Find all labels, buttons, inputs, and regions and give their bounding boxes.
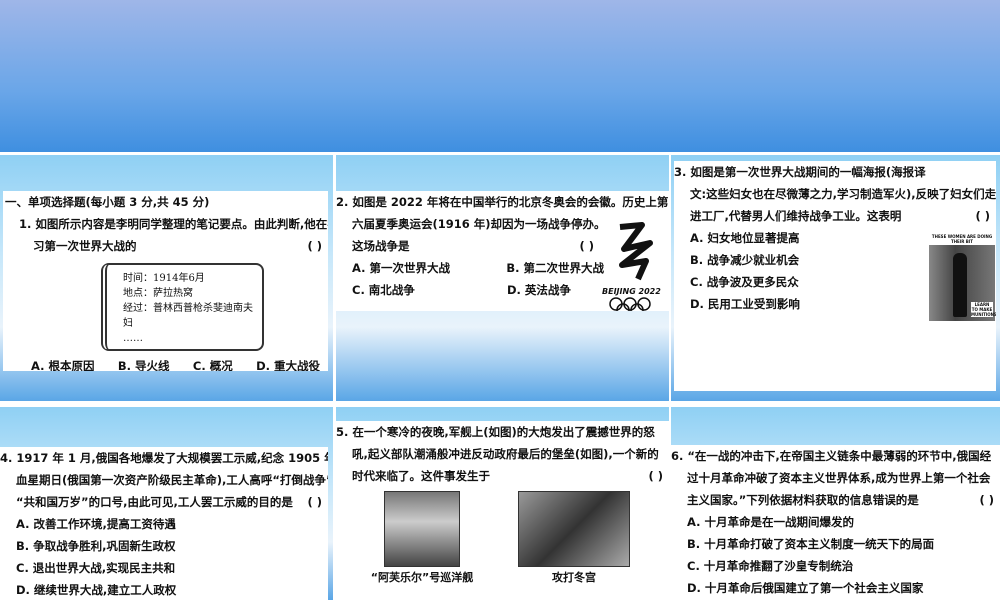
- photo-caption: “阿芙乐尔”号巡洋舰: [370, 571, 474, 584]
- option-d: D. 继续世界大战,建立工人政权: [16, 583, 177, 597]
- poster-caption-top: THESE WOMEN ARE DOING THEIR BIT: [929, 233, 995, 245]
- option-d: D. 十月革命后俄国建立了第一个社会主义国家: [687, 581, 924, 595]
- slide-q1[interactable]: 一、单项选择题(每小题 3 分,共 45 分) 1. 如图所示内容是李明同学整理…: [0, 155, 333, 401]
- note-line: ……: [123, 333, 143, 344]
- slide-q3[interactable]: 3. 如图是第一次世界大战期间的一幅海报(海报译 文:这些妇女也在尽微薄之力,学…: [671, 155, 1000, 401]
- slide-q4[interactable]: 4. 1917 年 1 月,俄国各地爆发了大规模罢工示威,纪念 1905 年的流…: [0, 407, 333, 600]
- q2-text: 2. 如图是 2022 年将在中国举行的北京冬奥会的会徽。历史上第: [336, 195, 669, 209]
- q4-card: 4. 1917 年 1 月,俄国各地爆发了大规模罢工示威,纪念 1905 年的流…: [0, 447, 328, 600]
- option-a: A. 改善工作环境,提高工资待遇: [16, 517, 176, 531]
- storming-winter-palace-photo: [518, 491, 630, 567]
- answer-blank: ( ): [307, 239, 322, 253]
- option-d: D. 重大战役: [256, 359, 320, 371]
- q5-text-2: 吼,起义部队潮涌般冲进反动政府最后的堡垒(如图),一个新的: [352, 447, 659, 461]
- q3-text-2: 文:这些妇女也在尽微薄之力,学习制造军火),反映了妇女们走: [690, 187, 996, 201]
- option-d: D. 英法战争: [507, 283, 571, 297]
- photo-caption: 攻打冬宫: [552, 571, 596, 584]
- beijing-2022-emblem: BEIJING 2022: [602, 221, 662, 311]
- slide-q5[interactable]: 5. 在一个寒冷的夜晚,军舰上(如图)的大炮发出了震撼世界的怒 吼,起义部队潮涌…: [336, 407, 669, 600]
- answer-blank: ( ): [579, 239, 594, 253]
- q5-text-3: 时代来临了。这件事发生于: [352, 469, 490, 483]
- ww1-poster: THESE WOMEN ARE DOING THEIR BIT LEARN TO…: [929, 233, 996, 321]
- note-line: 经过：普林西普枪杀斐迪南夫妇: [123, 303, 253, 329]
- slide-q2[interactable]: 2. 如图是 2022 年将在中国举行的北京冬奥会的会徽。历史上第 六届夏季奥运…: [336, 155, 669, 401]
- q3-text: 3. 如图是第一次世界大战期间的一幅海报(海报译: [674, 165, 926, 179]
- q3-text-3: 进工厂,代替男人们维持战争工业。这表明: [690, 209, 902, 223]
- option-b: B. 争取战争胜利,巩固新生政权: [16, 539, 176, 553]
- option-a: A. 十月革命是在一战期间爆发的: [687, 515, 854, 529]
- option-c: C. 十月革命推翻了沙皇专制统治: [687, 559, 854, 573]
- answer-blank: ( ): [979, 493, 994, 507]
- q4-text: 4. 1917 年 1 月,俄国各地爆发了大规模罢工示威,纪念 1905 年的流: [0, 451, 328, 465]
- emblem-icon: [619, 222, 653, 281]
- option-b: B. 导火线: [117, 359, 170, 371]
- title-banner: [0, 0, 1000, 152]
- note-line: 地点：萨拉热窝: [123, 288, 193, 299]
- note-card: 时间：1914年6月 地点：萨拉热窝 经过：普林西普枪杀斐迪南夫妇 ……: [101, 263, 264, 351]
- option-c: C. 概况: [192, 359, 233, 371]
- option-b: B. 十月革命打破了资本主义制度一统天下的局面: [687, 537, 935, 551]
- aurora-cruiser-photo: [384, 491, 460, 567]
- section-title: 一、单项选择题(每小题 3 分,共 45 分): [5, 195, 210, 209]
- q6-text-3: 主义国家。”下列依据材料获取的信息错误的是: [687, 493, 919, 507]
- q6-card: 6. “在一战的冲击下,在帝国主义链条中最薄弱的环节中,俄国经 过十月革命冲破了…: [671, 445, 1000, 600]
- poster-caption-bottom: LEARN TO MAKE MUNITIONS: [971, 302, 996, 317]
- note-line: 时间：1914年6月: [123, 273, 205, 284]
- option-c: C. 退出世界大战,实现民主共和: [16, 561, 176, 575]
- q5-text: 5. 在一个寒冷的夜晚,军舰上(如图)的大炮发出了震撼世界的怒: [336, 425, 655, 439]
- q2-card: 2. 如图是 2022 年将在中国举行的北京冬奥会的会徽。历史上第 六届夏季奥运…: [336, 191, 669, 311]
- q5-card: 5. 在一个寒冷的夜晚,军舰上(如图)的大炮发出了震撼世界的怒 吼,起义部队潮涌…: [336, 421, 669, 600]
- option-c: C. 南北战争: [352, 283, 415, 297]
- answer-blank: ( ): [975, 209, 990, 223]
- answer-blank: ( ): [307, 495, 322, 509]
- answer-blank: ( ): [648, 469, 663, 483]
- option-a: A. 根本原因: [31, 359, 95, 371]
- q3-card: 3. 如图是第一次世界大战期间的一幅海报(海报译 文:这些妇女也在尽微薄之力,学…: [674, 161, 996, 391]
- emblem-text: BEIJING 2022: [602, 287, 661, 296]
- option-b: B. 第二次世界大战: [506, 261, 604, 275]
- q4-text-3: “共和国万岁”的口号,由此可见,工人罢工示威的目的是: [16, 495, 293, 509]
- q6-text: 6. “在一战的冲击下,在帝国主义链条中最薄弱的环节中,俄国经: [671, 449, 992, 463]
- option-a: A. 第一次世界大战: [352, 261, 450, 275]
- q1-text: 1. 如图所示内容是李明同学整理的笔记要点。由此判断,他在学: [19, 217, 328, 231]
- q4-text-2: 血星期日(俄国第一次资产阶级民主革命),工人高呼“打倒战争”: [16, 473, 328, 487]
- q6-text-2: 过十月革命冲破了资本主义世界体系,成为世界上第一个社会: [687, 471, 991, 485]
- q1-text-2: 习第一次世界大战的: [33, 239, 137, 253]
- q1-card: 一、单项选择题(每小题 3 分,共 45 分) 1. 如图所示内容是李明同学整理…: [3, 191, 328, 371]
- slide-q6[interactable]: 6. “在一战的冲击下,在帝国主义链条中最薄弱的环节中,俄国经 过十月革命冲破了…: [671, 407, 1000, 600]
- olympic-rings-icon: [609, 297, 651, 311]
- q2-text-3: 这场战争是: [352, 239, 410, 253]
